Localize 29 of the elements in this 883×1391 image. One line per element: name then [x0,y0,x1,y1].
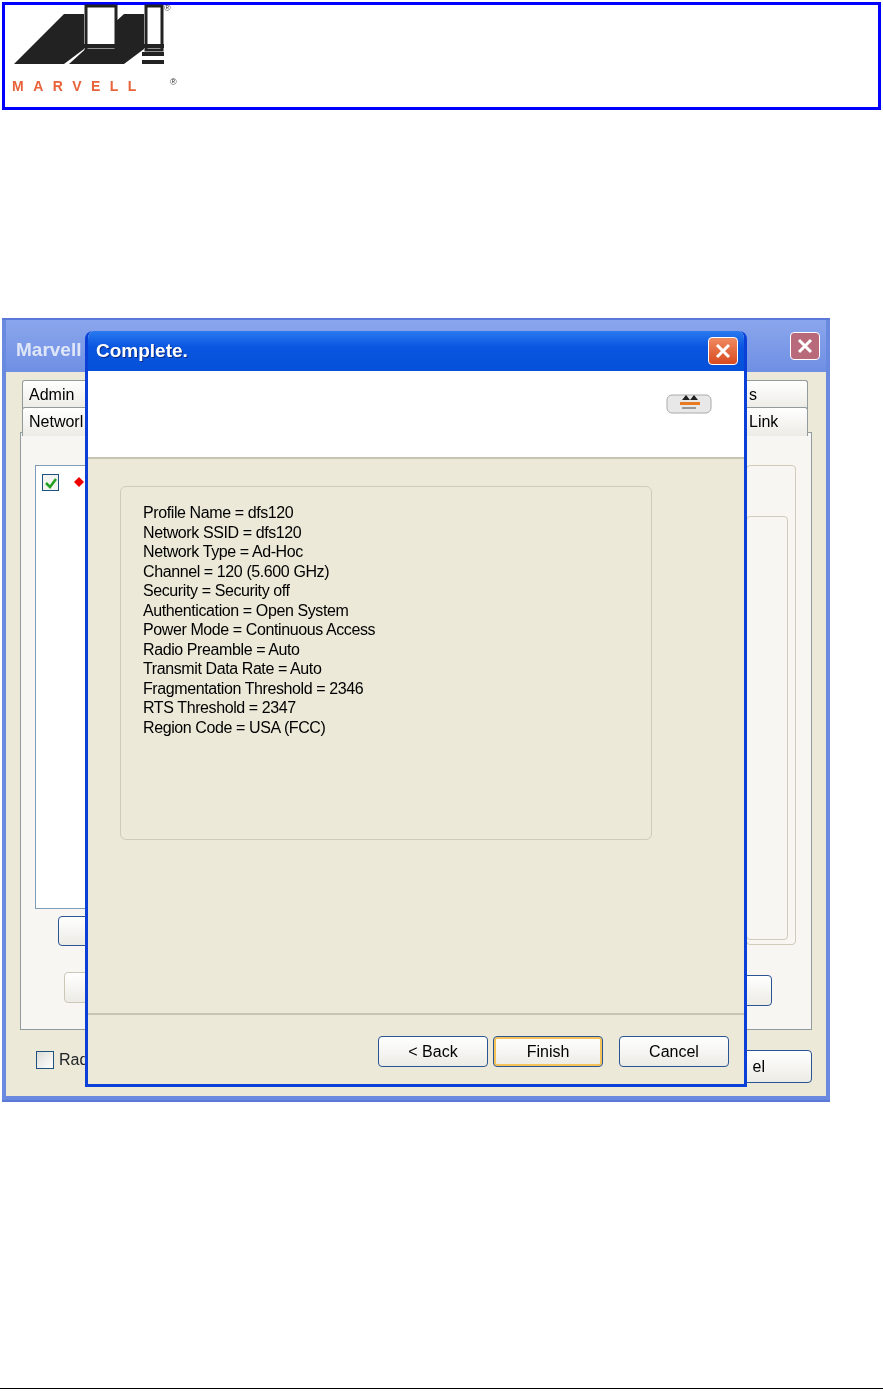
registered-mark: ® [170,76,177,89]
dialog-button[interactable]: Finish [493,1036,603,1067]
summary-line: Profile Name = dfs120 [143,503,295,523]
summary-line: Network Type = Ad-Hoc [143,542,304,562]
summary-line: RTS Threshold = 2347 [143,698,297,718]
registered-mark: ® [164,2,171,15]
close-button[interactable] [708,337,738,365]
close-icon [797,338,813,354]
summary-line: Security = Security off [143,581,291,601]
summary-line: Fragmentation Threshold = 2346 [143,678,365,698]
close-button[interactable] [790,332,820,360]
diamond-icon [74,477,84,487]
checkbox[interactable] [42,474,59,491]
checkbox[interactable] [36,1051,54,1069]
dialog-button[interactable]: Cancel [619,1036,729,1067]
dialog-title: Complete. [96,338,188,363]
window-title: Marvell [16,338,82,362]
adapter-icon [666,391,712,417]
summary-line: Transmit Data Rate = Auto [143,659,323,679]
summary-line: Region Code = USA (FCC) [143,717,327,737]
summary-line: Authentication = Open System [143,600,350,620]
summary-line: Power Mode = Continuous Access [143,620,377,640]
close-icon [715,343,731,359]
check-icon [44,476,57,489]
summary-line: Network SSID = dfs120 [143,522,303,542]
summary-line: Channel = 120 (5.600 GHz) [143,561,331,581]
dialog-button[interactable]: < Back [378,1036,488,1067]
logo-wordmark: MARVELL [12,77,146,96]
summary-line: Radio Preamble = Auto [143,639,301,659]
